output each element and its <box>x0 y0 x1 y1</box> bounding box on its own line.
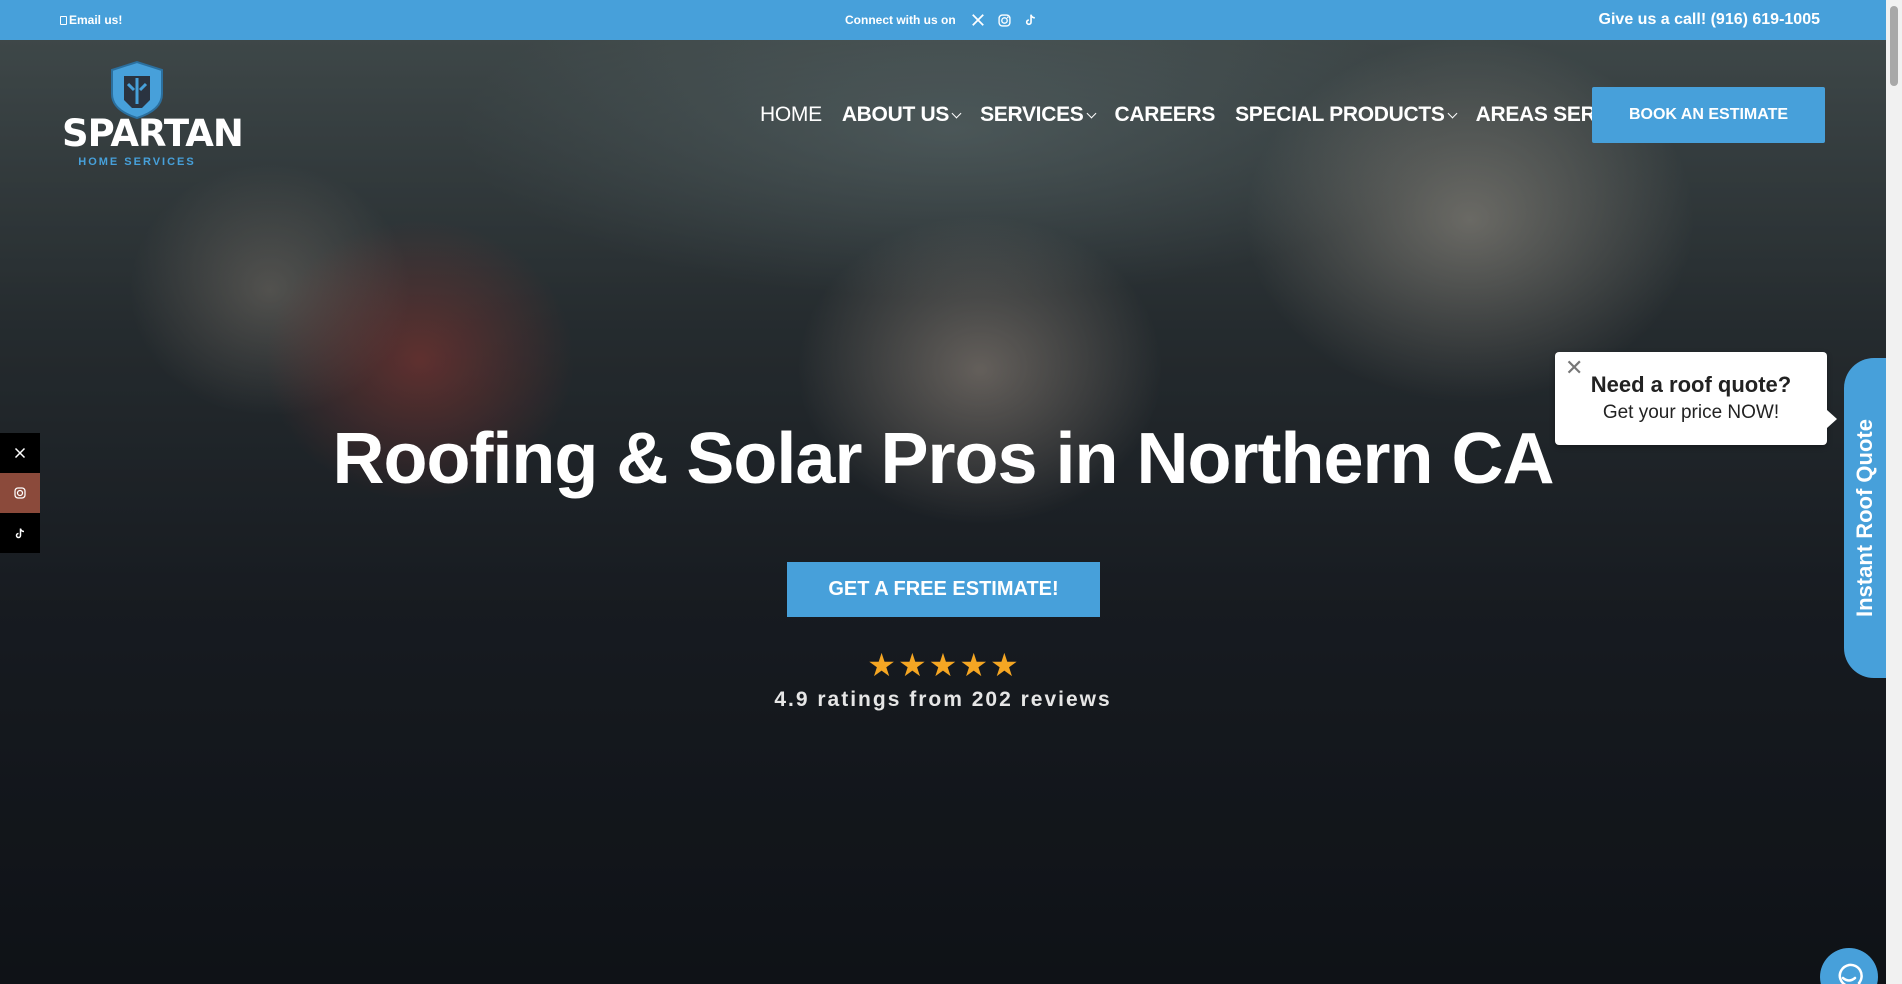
nav-item-label: CAREERS <box>1114 103 1216 126</box>
nav-item-special-products[interactable]: SPECIAL PRODUCTS <box>1235 103 1458 127</box>
scrollbar[interactable] <box>1886 0 1902 984</box>
tiktok-icon[interactable] <box>0 513 40 553</box>
nav-item-about-us[interactable]: ABOUT US <box>841 103 962 127</box>
spartan-helmet-icon <box>111 60 163 120</box>
book-estimate-button[interactable]: BOOK AN ESTIMATE <box>1592 87 1825 143</box>
top-bar: Email us! Connect with us on Give us a c… <box>0 0 1886 40</box>
roof-quote-popup[interactable]: ✕ Need a roof quote? Get your price NOW! <box>1555 352 1837 445</box>
scrollbar-thumb[interactable] <box>1890 6 1898 86</box>
star-icon: ★ <box>867 646 896 684</box>
x-icon[interactable] <box>970 11 986 29</box>
email-label: Email us! <box>69 13 123 27</box>
star-icon: ★ <box>928 646 958 684</box>
connect-label: Connect with us on <box>845 13 956 27</box>
instagram-icon[interactable] <box>996 11 1012 29</box>
chat-bubble-icon <box>1838 963 1863 984</box>
star-rating: ★ ★ ★ ★ ★ <box>0 648 1886 682</box>
site-logo[interactable]: SPARTAN HOME SERVICES <box>62 60 244 172</box>
nav-item-label: ABOUT US <box>841 103 950 126</box>
popup-subtitle: Get your price NOW! <box>1602 402 1780 423</box>
nav-item-services[interactable]: SERVICES <box>980 103 1096 127</box>
envelope-icon <box>60 16 67 25</box>
main-nav: HOME ABOUT US SERVICES CAREERS SPECIAL P… <box>760 103 1657 127</box>
free-estimate-button[interactable]: GET A FREE ESTIMATE! <box>787 562 1100 617</box>
chevron-down-icon <box>1447 108 1458 118</box>
tiktok-icon[interactable] <box>1022 11 1038 29</box>
email-link[interactable]: Email us! <box>60 0 122 40</box>
nav-item-label: HOME <box>760 103 822 126</box>
nav-item-home[interactable]: HOME <box>760 103 822 127</box>
top-social-links <box>970 11 1038 29</box>
popup-title: Need a roof quote? <box>1590 372 1792 397</box>
logo-wordmark: SPARTAN <box>62 112 244 155</box>
star-icon: ★ <box>897 646 927 684</box>
instant-roof-quote-tab[interactable]: Instant Roof Quote <box>1844 358 1886 678</box>
star-icon: ★ <box>990 646 1019 684</box>
hero-section: SPARTAN HOME SERVICES HOME ABOUT US SERV… <box>0 40 1886 984</box>
chat-button[interactable] <box>1820 948 1878 984</box>
nav-item-careers[interactable]: CAREERS <box>1115 103 1216 127</box>
chevron-down-icon <box>951 108 962 118</box>
side-tab-label: Instant Roof Quote <box>1852 419 1877 617</box>
rating-text: 4.9 ratings from 202 reviews <box>774 688 1112 711</box>
logo-tagline: HOME SERVICES <box>78 156 196 168</box>
star-icon: ★ <box>959 646 989 684</box>
phone-link[interactable]: Give us a call! (916) 619-1005 <box>1599 0 1820 40</box>
nav-item-label: SPECIAL PRODUCTS <box>1235 103 1445 126</box>
nav-item-label: SERVICES <box>980 103 1084 126</box>
chevron-down-icon <box>1086 108 1096 118</box>
